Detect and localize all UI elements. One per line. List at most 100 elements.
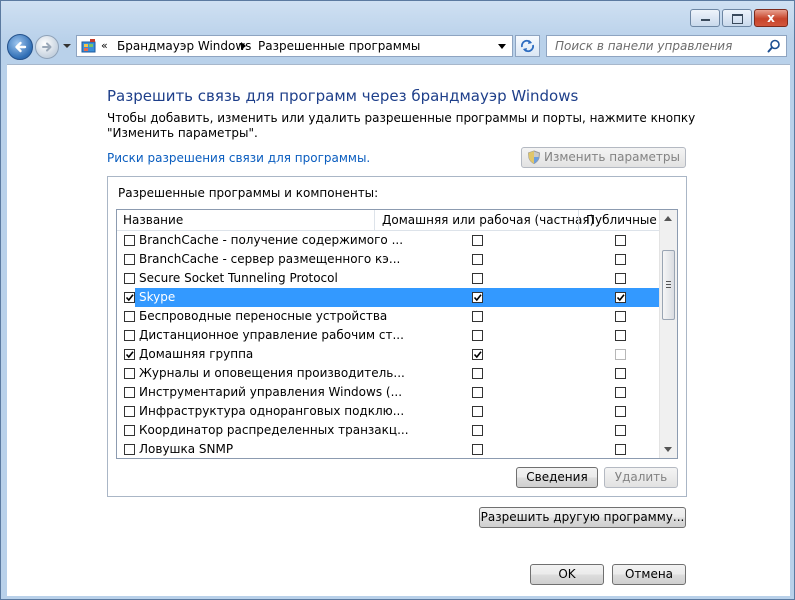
table-row[interactable]: Инструментарий управления Windows (... bbox=[117, 383, 660, 402]
checkmark-icon bbox=[473, 351, 482, 359]
ok-button[interactable]: OK bbox=[530, 564, 604, 585]
private-checkbox[interactable] bbox=[472, 235, 483, 246]
enabled-checkbox[interactable] bbox=[124, 311, 135, 322]
refresh-button[interactable] bbox=[515, 35, 540, 57]
public-checkbox[interactable] bbox=[615, 311, 626, 322]
private-checkbox[interactable] bbox=[472, 292, 483, 303]
vertical-scrollbar[interactable] bbox=[659, 210, 677, 458]
address-bar[interactable]: « Брандмауэр Windows Разрешенные програм… bbox=[76, 35, 513, 57]
enabled-checkbox[interactable] bbox=[124, 273, 135, 284]
enabled-checkbox[interactable] bbox=[124, 368, 135, 379]
enabled-checkbox[interactable] bbox=[124, 254, 135, 265]
program-name: Координатор распределенных транзакц... bbox=[139, 423, 409, 437]
column-header: Название Домашняя или рабочая (частная) … bbox=[117, 210, 660, 231]
allow-another-program-button[interactable]: Разрешить другую программу... bbox=[479, 507, 686, 528]
enabled-checkbox[interactable] bbox=[124, 406, 135, 417]
private-checkbox[interactable] bbox=[472, 444, 483, 455]
overflow-chevron[interactable]: « bbox=[101, 39, 108, 52]
public-checkbox[interactable] bbox=[615, 292, 626, 303]
private-checkbox[interactable] bbox=[472, 349, 483, 360]
column-public[interactable]: Публичные bbox=[586, 213, 657, 227]
breadcrumb-allowed-programs[interactable]: Разрешенные программы bbox=[258, 39, 420, 53]
grip-icon bbox=[666, 281, 671, 282]
column-private[interactable]: Домашняя или рабочая (частная) bbox=[382, 213, 594, 227]
program-name: Инфраструктура одноранговых подклю... bbox=[139, 404, 405, 418]
enabled-checkbox[interactable] bbox=[124, 444, 135, 455]
back-button[interactable] bbox=[7, 34, 33, 60]
private-checkbox[interactable] bbox=[472, 330, 483, 341]
maximize-button[interactable] bbox=[722, 9, 752, 27]
enabled-checkbox[interactable] bbox=[124, 235, 135, 246]
checkmark-icon bbox=[125, 294, 134, 302]
table-row[interactable]: Skype bbox=[117, 288, 660, 307]
table-row[interactable]: Инфраструктура одноранговых подклю... bbox=[117, 402, 660, 421]
public-checkbox[interactable] bbox=[615, 330, 626, 341]
change-settings-button[interactable]: Изменить параметры bbox=[521, 147, 686, 168]
program-name: BranchCache - получение содержимого ... bbox=[139, 233, 404, 247]
scroll-down-icon[interactable] bbox=[664, 447, 672, 452]
programs-list[interactable]: Название Домашняя или рабочая (частная) … bbox=[116, 209, 678, 459]
column-divider[interactable] bbox=[374, 210, 375, 230]
address-dropdown-icon[interactable] bbox=[498, 44, 506, 49]
public-checkbox[interactable] bbox=[615, 368, 626, 379]
table-row[interactable]: Secure Socket Tunneling Protocol bbox=[117, 269, 660, 288]
public-checkbox[interactable] bbox=[615, 444, 626, 455]
minimize-button[interactable] bbox=[690, 9, 720, 27]
search-box[interactable]: Поиск в панели управления bbox=[546, 35, 787, 57]
public-checkbox[interactable] bbox=[615, 273, 626, 284]
column-name[interactable]: Название bbox=[123, 213, 183, 227]
private-checkbox[interactable] bbox=[472, 425, 483, 436]
close-icon: x bbox=[767, 11, 775, 25]
enabled-checkbox[interactable] bbox=[124, 425, 135, 436]
checkmark-icon bbox=[616, 294, 625, 302]
cancel-button[interactable]: Отмена bbox=[612, 564, 686, 585]
public-checkbox[interactable] bbox=[615, 235, 626, 246]
private-checkbox[interactable] bbox=[472, 368, 483, 379]
checkmark-icon bbox=[125, 351, 134, 359]
private-checkbox[interactable] bbox=[472, 311, 483, 322]
minimize-icon bbox=[701, 19, 710, 21]
public-checkbox[interactable] bbox=[615, 425, 626, 436]
navigation-bar: « Брандмауэр Windows Разрешенные програм… bbox=[1, 32, 794, 62]
breadcrumb-arrow-icon[interactable] bbox=[241, 42, 246, 50]
page-title: Разрешить связь для программ через бранд… bbox=[107, 87, 579, 105]
risks-link[interactable]: Риски разрешения связи для программы. bbox=[107, 151, 370, 165]
public-checkbox[interactable] bbox=[615, 254, 626, 265]
search-icon[interactable] bbox=[767, 39, 781, 53]
program-name: BranchCache - сервер размещенного кэ... bbox=[139, 252, 401, 266]
enabled-checkbox[interactable] bbox=[124, 349, 135, 360]
public-checkbox[interactable] bbox=[615, 349, 626, 360]
table-row[interactable]: Домашняя группа bbox=[117, 345, 660, 364]
table-row[interactable]: Беспроводные переносные устройства bbox=[117, 307, 660, 326]
program-name: Ловушка SNMP bbox=[139, 442, 234, 456]
program-name: Домашняя группа bbox=[139, 347, 254, 361]
column-divider[interactable] bbox=[578, 210, 579, 230]
refresh-icon bbox=[520, 39, 535, 53]
forward-button[interactable] bbox=[35, 35, 59, 59]
table-row[interactable]: Ловушка SNMP bbox=[117, 440, 660, 458]
change-settings-label: Изменить параметры bbox=[543, 150, 680, 164]
private-checkbox[interactable] bbox=[472, 387, 483, 398]
details-button[interactable]: Сведения bbox=[516, 467, 598, 488]
scroll-up-icon[interactable] bbox=[664, 216, 672, 221]
private-checkbox[interactable] bbox=[472, 273, 483, 284]
program-name: Skype bbox=[139, 290, 176, 304]
scroll-thumb[interactable] bbox=[662, 250, 675, 320]
table-row[interactable]: Дистанционное управление рабочим ст... bbox=[117, 326, 660, 345]
table-row[interactable]: Журналы и оповещения производитель... bbox=[117, 364, 660, 383]
table-row[interactable]: BranchCache - сервер размещенного кэ... bbox=[117, 250, 660, 269]
close-button[interactable]: x bbox=[754, 9, 788, 27]
breadcrumb-firewall[interactable]: Брандмауэр Windows bbox=[117, 39, 251, 53]
table-row[interactable]: Координатор распределенных транзакц... bbox=[117, 421, 660, 440]
history-dropdown-icon[interactable] bbox=[62, 41, 72, 51]
enabled-checkbox[interactable] bbox=[124, 292, 135, 303]
delete-button[interactable]: Удалить bbox=[604, 467, 678, 488]
public-checkbox[interactable] bbox=[615, 387, 626, 398]
private-checkbox[interactable] bbox=[472, 406, 483, 417]
private-checkbox[interactable] bbox=[472, 254, 483, 265]
enabled-checkbox[interactable] bbox=[124, 330, 135, 341]
enabled-checkbox[interactable] bbox=[124, 387, 135, 398]
table-row[interactable]: BranchCache - получение содержимого ... bbox=[117, 231, 660, 250]
uac-shield-icon bbox=[527, 150, 541, 164]
public-checkbox[interactable] bbox=[615, 406, 626, 417]
